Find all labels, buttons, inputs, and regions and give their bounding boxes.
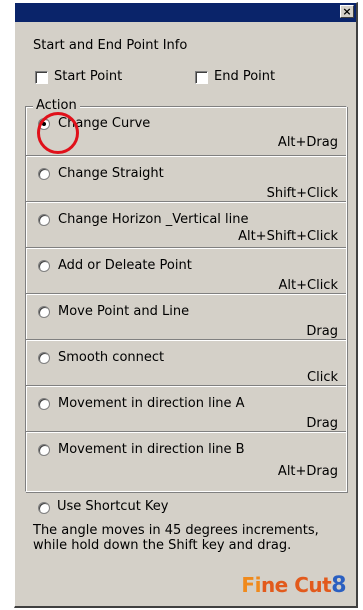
action-group-legend: Action: [33, 98, 80, 113]
option-row-direction-line-b[interactable]: Movement in direction line B Alt+Drag: [26, 431, 346, 479]
option-label: Change Horizon _Vertical line: [58, 212, 249, 227]
shortcut-label: Drag: [306, 416, 338, 431]
shortcut-label: Drag: [306, 324, 338, 339]
row-divider: [26, 385, 346, 386]
row-divider: [26, 247, 346, 248]
row-divider: [26, 431, 346, 432]
option-row-direction-line-a[interactable]: Movement in direction line A Drag: [26, 385, 346, 431]
option-label: Movement in direction line B: [58, 442, 245, 457]
option-row-change-straight[interactable]: Change Straight Shift+Click: [26, 155, 346, 201]
radio-smooth-connect[interactable]: [38, 352, 50, 364]
dialog-window: × Start and End Point Info Start Point E…: [14, 2, 358, 608]
section-title: Start and End Point Info: [33, 38, 188, 53]
radio-move-point-line[interactable]: [38, 306, 50, 318]
radio-direction-line-b[interactable]: [38, 444, 50, 456]
info-note: The angle moves in 45 degrees increments…: [33, 523, 319, 553]
shortcut-label: Alt+Drag: [277, 464, 338, 479]
option-label: Move Point and Line: [58, 304, 190, 319]
row-divider: [26, 339, 346, 340]
radio-direction-line-a[interactable]: [38, 398, 50, 410]
title-bar[interactable]: ×: [15, 3, 356, 22]
end-point-label: End Point: [214, 69, 276, 84]
close-icon: ×: [342, 5, 352, 18]
row-divider: [26, 293, 346, 294]
option-row-smooth-connect[interactable]: Smooth connect Click: [26, 339, 346, 385]
shortcut-label: Shift+Click: [266, 186, 338, 201]
shortcut-label: Alt+Shift+Click: [238, 229, 338, 244]
shortcut-label: Click: [307, 370, 338, 385]
end-point-checkbox[interactable]: [195, 71, 208, 84]
highlight-circle-annotation: [37, 112, 79, 154]
start-point-checkbox[interactable]: [35, 71, 48, 84]
option-label: Smooth connect: [58, 350, 165, 365]
radio-add-delete-point[interactable]: [38, 260, 50, 272]
option-row-add-delete-point[interactable]: Add or Deleate Point Alt+Click: [26, 247, 346, 293]
start-point-label: Start Point: [54, 69, 123, 84]
shortcut-label: Alt+Drag: [277, 135, 338, 150]
option-label: Change Straight: [58, 166, 164, 181]
row-divider: [26, 155, 346, 156]
option-row-change-horizon-vertical[interactable]: Change Horizon _Vertical line Alt+Shift+…: [26, 201, 346, 245]
option-label: Movement in direction line A: [58, 396, 245, 411]
option-label: Add or Deleate Point: [58, 258, 192, 273]
shortcut-label: Alt+Click: [278, 278, 338, 293]
fine-cut-logo: Fine Cut8: [241, 573, 346, 598]
close-button[interactable]: ×: [340, 5, 354, 18]
radio-change-straight[interactable]: [38, 168, 50, 180]
radio-use-shortcut-key[interactable]: [38, 502, 50, 514]
row-divider: [26, 201, 346, 202]
option-row-move-point-line[interactable]: Move Point and Line Drag: [26, 293, 346, 339]
use-shortcut-key-label: Use Shortcut Key: [57, 499, 169, 514]
action-groupbox: Change Curve Alt+Drag Change Straight Sh…: [25, 106, 347, 492]
radio-change-horizon-vertical[interactable]: [38, 214, 50, 226]
